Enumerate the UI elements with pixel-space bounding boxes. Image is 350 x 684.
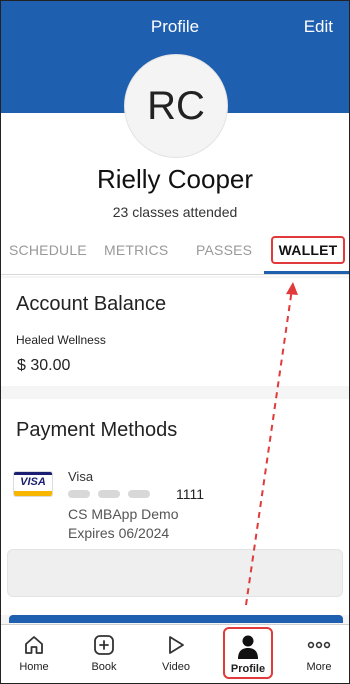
edit-button[interactable]: Edit [304, 17, 333, 37]
tab-schedule[interactable]: SCHEDULE [9, 242, 87, 258]
more-dots-icon [307, 641, 331, 649]
nav-profile[interactable]: Profile [223, 627, 273, 679]
nav-more-label: More [306, 661, 332, 673]
payment-methods-title: Payment Methods [16, 419, 178, 441]
home-icon [25, 636, 43, 654]
tab-wallet[interactable]: WALLET [271, 236, 345, 264]
page-title: Profile [150, 17, 200, 36]
nav-profile-label: Profile [230, 663, 266, 675]
profile-tabs: SCHEDULE METRICS PASSES WALLET [1, 236, 349, 275]
nav-home-label: Home [19, 661, 49, 673]
nav-home[interactable]: Home [4, 625, 64, 683]
tab-metrics[interactable]: METRICS [104, 242, 168, 258]
account-balance-card: Account Balance Healed Wellness $ 30.00 [1, 278, 349, 386]
payment-methods-card: Payment Methods VISA Visa 1111 CS MBApp … [1, 399, 349, 615]
balance-amount: $ 30.00 [17, 357, 71, 374]
card-brand: Visa [68, 469, 94, 484]
payment-method-placeholder[interactable] [7, 549, 343, 597]
play-icon [169, 636, 184, 654]
bottom-nav: Home Book Video Profile More [1, 624, 349, 683]
avatar[interactable]: RC [124, 54, 228, 158]
account-balance-title: Account Balance [16, 293, 167, 315]
classes-attended: 23 classes attended [112, 204, 238, 220]
nav-video-label: Video [162, 661, 190, 673]
visa-logo-icon: VISA [13, 471, 53, 497]
tab-passes[interactable]: PASSES [196, 242, 252, 258]
active-tab-indicator [264, 271, 349, 274]
app-frame: Profile Edit RC Rielly Cooper 23 classes… [0, 0, 350, 684]
studio-name: Healed Wellness [16, 333, 106, 347]
card-expiry: Expires 06/2024 [68, 525, 170, 541]
card-holder-name: CS MBApp Demo [68, 506, 179, 522]
nav-book-label: Book [91, 661, 117, 673]
plus-square-icon [94, 635, 114, 655]
user-name: Rielly Cooper [96, 164, 254, 194]
card-last4: 1111 [176, 486, 205, 502]
nav-book[interactable]: Book [74, 625, 134, 683]
primary-action-strip[interactable] [9, 615, 343, 623]
masked-card-number [68, 490, 150, 498]
nav-more[interactable]: More [289, 625, 349, 683]
person-icon [238, 635, 258, 659]
nav-video[interactable]: Video [146, 625, 206, 683]
